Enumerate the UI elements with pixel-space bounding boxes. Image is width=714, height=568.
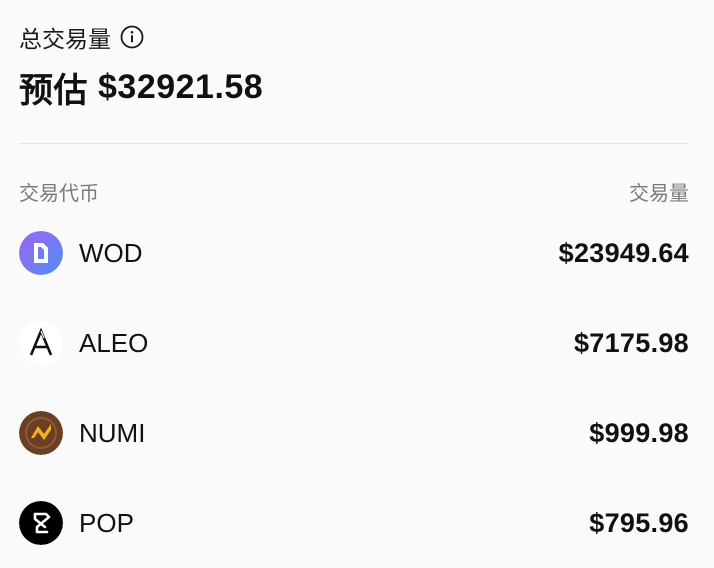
- numi-logo-icon: [19, 411, 63, 455]
- token-info: WOD: [19, 231, 143, 275]
- token-info: ALEO: [19, 321, 148, 365]
- token-volume: $999.98: [589, 417, 689, 448]
- column-header-token: 交易代币: [19, 180, 99, 205]
- aleo-logo-icon: [19, 321, 63, 365]
- column-header-volume: 交易量: [629, 180, 689, 205]
- token-volume: $7175.98: [573, 327, 689, 358]
- wod-logo-icon: [19, 231, 63, 275]
- total-volume: 预估 $32921.58: [19, 64, 689, 111]
- token-row-wod[interactable]: WOD $23949.64: [19, 208, 689, 298]
- divider: [19, 143, 689, 144]
- token-volume: $23949.64: [558, 237, 689, 268]
- total-volume-prefix: 预估: [19, 70, 88, 111]
- token-row-numi[interactable]: NUMI $999.98: [19, 388, 689, 478]
- token-symbol: POP: [79, 507, 134, 538]
- token-symbol: ALEO: [79, 327, 149, 358]
- column-headers: 交易代币 交易量: [19, 177, 689, 205]
- token-row-pop[interactable]: POP $795.96: [19, 478, 689, 568]
- total-volume-value: $32921.58: [98, 67, 264, 106]
- info-icon[interactable]: [120, 25, 144, 49]
- token-symbol: NUMI: [79, 417, 146, 448]
- token-info: NUMI: [19, 411, 145, 455]
- token-volume: $795.96: [589, 507, 689, 538]
- token-symbol: WOD: [79, 237, 143, 268]
- pop-logo-icon: [19, 501, 63, 545]
- summary-header: 总交易量: [19, 18, 689, 56]
- token-row-aleo[interactable]: ALEO $7175.98: [19, 298, 689, 388]
- token-info: POP: [19, 501, 134, 545]
- trading-volume-panel: 总交易量 预估 $32921.58 交易代币 交易量 WOD $23949.64…: [19, 0, 689, 568]
- total-volume-label: 总交易量: [19, 27, 111, 53]
- token-list: WOD $23949.64 ALEO $7175.98 NUMI $999.98…: [19, 208, 689, 568]
